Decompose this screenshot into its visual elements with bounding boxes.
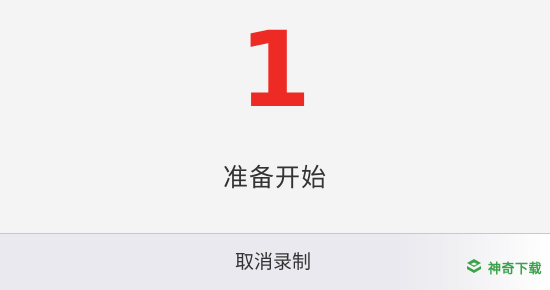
countdown-number: 1 (238, 9, 312, 131)
watermark-logo-icon (466, 259, 481, 273)
watermark: 神奇下载 (464, 255, 542, 279)
countdown-panel: 1 准备开始 (0, 0, 550, 233)
ready-message: 准备开始 (222, 163, 327, 192)
recording-countdown-dialog: 1 准备开始 取消录制 神奇下载 (0, 0, 550, 290)
watermark-text: 神奇下载 (487, 261, 542, 277)
